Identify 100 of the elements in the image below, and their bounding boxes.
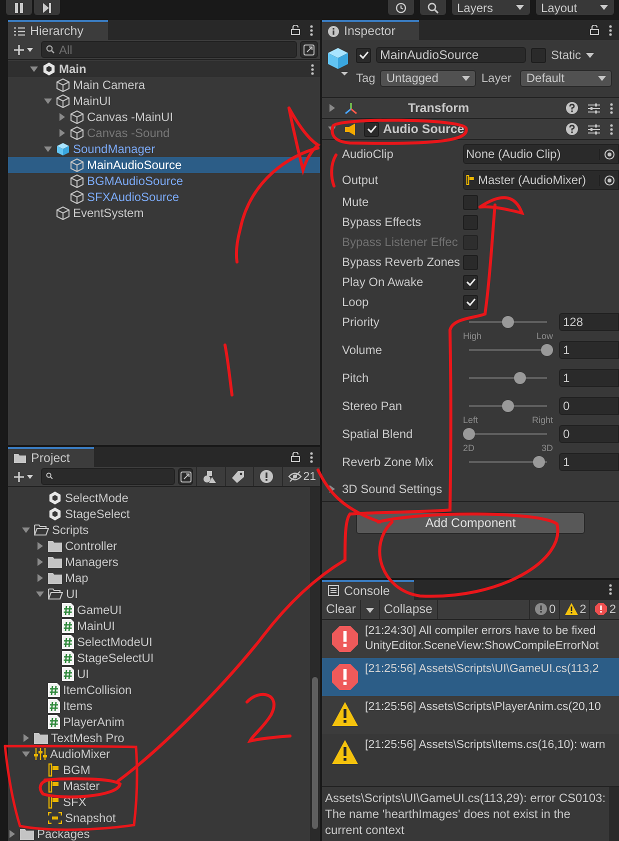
foldout-arrow-icon[interactable] xyxy=(36,574,44,582)
enabled-checkbox[interactable] xyxy=(364,122,379,136)
foldout-arrow-icon[interactable] xyxy=(22,526,30,534)
maximize-button[interactable] xyxy=(300,41,318,58)
checkbox[interactable] xyxy=(463,294,478,310)
foldout-arrow-icon[interactable] xyxy=(36,590,44,598)
slider-thumb[interactable] xyxy=(533,456,546,468)
checkbox[interactable] xyxy=(463,194,478,210)
object-field[interactable]: None (Audio Clip) xyxy=(463,144,619,164)
name-field[interactable]: MainAudioSource xyxy=(376,47,526,63)
hidden-packages-button[interactable]: 21 xyxy=(282,467,318,486)
project-item[interactable]: TextMesh Pro xyxy=(8,730,310,746)
checkbox[interactable] xyxy=(463,214,478,230)
checkbox[interactable] xyxy=(463,254,478,270)
foldout-arrow-icon[interactable] xyxy=(30,65,38,73)
foldout-arrow-icon[interactable] xyxy=(44,145,52,153)
foldout-arrow-icon[interactable] xyxy=(22,750,30,758)
log-entry[interactable]: [21:25:56] Assets\Scripts\UI\GameUI.cs(113,2 xyxy=(322,658,619,696)
project-item[interactable]: Snapshot xyxy=(8,810,310,826)
target-icon[interactable] xyxy=(604,174,614,186)
scrollbar[interactable] xyxy=(310,487,320,841)
layers-dropdown[interactable]: Layers xyxy=(452,0,530,15)
slider-thumb[interactable] xyxy=(463,428,475,440)
target-icon[interactable] xyxy=(604,148,614,160)
clear-button[interactable]: Clear xyxy=(322,600,361,619)
foldout-arrow-icon[interactable] xyxy=(36,558,44,566)
project-item[interactable]: SFX xyxy=(8,794,310,810)
lock-icon[interactable] xyxy=(590,25,599,35)
foldout-arrow-icon[interactable] xyxy=(22,734,30,742)
pause-button[interactable] xyxy=(6,0,32,15)
project-item[interactable]: Scripts xyxy=(8,522,310,538)
slider-thumb[interactable] xyxy=(541,344,553,356)
maximize-button[interactable] xyxy=(178,468,194,485)
project-item[interactable]: BGM xyxy=(8,762,310,778)
hierarchy-item[interactable]: MainUI xyxy=(8,93,320,109)
hierarchy-item[interactable]: MainAudioSource xyxy=(8,157,320,173)
project-item[interactable]: Master xyxy=(8,778,310,794)
checkbox[interactable] xyxy=(463,274,478,290)
caret-icon[interactable] xyxy=(586,52,594,58)
log-filter-button[interactable]: 0 xyxy=(528,600,559,619)
log-entry[interactable]: [21:25:56] Assets\Scripts\PlayerAnim.cs(20,10 xyxy=(322,696,619,734)
foldout-arrow-icon[interactable] xyxy=(58,129,66,137)
more-icon[interactable] xyxy=(310,452,313,462)
more-icon[interactable] xyxy=(310,24,313,36)
search-field[interactable] xyxy=(41,468,175,485)
number-field[interactable]: 128 xyxy=(559,313,619,331)
help-icon[interactable] xyxy=(566,123,578,135)
foldout-arrow-icon[interactable] xyxy=(328,104,336,112)
number-field[interactable]: 0 xyxy=(559,425,619,443)
slider-thumb[interactable] xyxy=(502,316,514,328)
foldout-arrow-icon[interactable] xyxy=(58,113,66,121)
search-field[interactable]: All xyxy=(41,41,297,58)
hierarchy-tab[interactable]: Hierarchy xyxy=(8,20,108,40)
project-item[interactable]: UI xyxy=(8,666,310,682)
search-button[interactable] xyxy=(420,0,446,15)
foldout-header[interactable]: 3D Sound Settings xyxy=(328,480,619,498)
object-field[interactable]: Master (AudioMixer) xyxy=(463,170,619,190)
hierarchy-item[interactable]: Main xyxy=(8,61,320,77)
foldout-arrow-icon[interactable] xyxy=(44,97,52,105)
project-item[interactable]: StageSelectUI xyxy=(8,650,310,666)
number-field[interactable]: 0 xyxy=(559,397,619,415)
hierarchy-item[interactable]: BGMAudioSource xyxy=(8,173,320,189)
project-item[interactable]: StageSelect xyxy=(8,506,310,522)
project-item[interactable]: Managers xyxy=(8,554,310,570)
hierarchy-item[interactable]: Main Camera xyxy=(8,77,320,93)
project-item[interactable]: ItemCollision xyxy=(8,682,310,698)
log-filter-button[interactable]: 2 xyxy=(558,600,590,619)
hierarchy-item[interactable]: Canvas -MainUI xyxy=(8,109,320,125)
project-item[interactable]: Map xyxy=(8,570,310,586)
tag-dropdown[interactable]: Untagged xyxy=(380,70,476,86)
slider-thumb[interactable] xyxy=(514,372,526,384)
sliders-icon[interactable] xyxy=(588,102,600,114)
lock-icon[interactable] xyxy=(291,25,300,35)
hierarchy-item[interactable]: SoundManager xyxy=(8,141,320,157)
hierarchy-item[interactable]: EventSystem xyxy=(8,205,320,221)
more-icon[interactable] xyxy=(610,102,613,114)
log-entry[interactable]: [21:24:30] All compiler errors have to be fixed UnityEditor.SceneView:ShowCompileErrorNot xyxy=(322,620,619,658)
step-button[interactable] xyxy=(34,0,60,15)
collapse-button[interactable]: Collapse xyxy=(380,600,438,619)
project-item[interactable]: PlayerAnim xyxy=(8,714,310,730)
project-item[interactable]: SelectModeUI xyxy=(8,634,310,650)
log-filter-button[interactable]: 2 xyxy=(589,600,619,619)
layer-dropdown[interactable]: Default xyxy=(520,70,612,86)
static-checkbox[interactable] xyxy=(531,48,546,62)
history-button[interactable] xyxy=(388,0,414,15)
hierarchy-item[interactable]: SFXAudioSource xyxy=(8,189,320,205)
help-icon[interactable] xyxy=(566,102,578,114)
number-field[interactable]: 1 xyxy=(559,453,619,471)
number-field[interactable]: 1 xyxy=(559,341,619,359)
lock-icon[interactable] xyxy=(291,452,300,462)
project-item[interactable]: Controller xyxy=(8,538,310,554)
layout-dropdown[interactable]: Layout xyxy=(536,0,614,15)
more-icon[interactable] xyxy=(609,584,612,596)
project-item[interactable]: SelectMode xyxy=(8,490,310,506)
inspector-tab[interactable]: Inspector xyxy=(322,20,420,40)
active-checkbox[interactable] xyxy=(356,48,371,62)
number-field[interactable]: 1 xyxy=(559,369,619,387)
project-item[interactable]: AudioMixer xyxy=(8,746,310,762)
console-tab[interactable]: Console xyxy=(322,580,414,600)
foldout-arrow-icon[interactable] xyxy=(8,830,16,838)
